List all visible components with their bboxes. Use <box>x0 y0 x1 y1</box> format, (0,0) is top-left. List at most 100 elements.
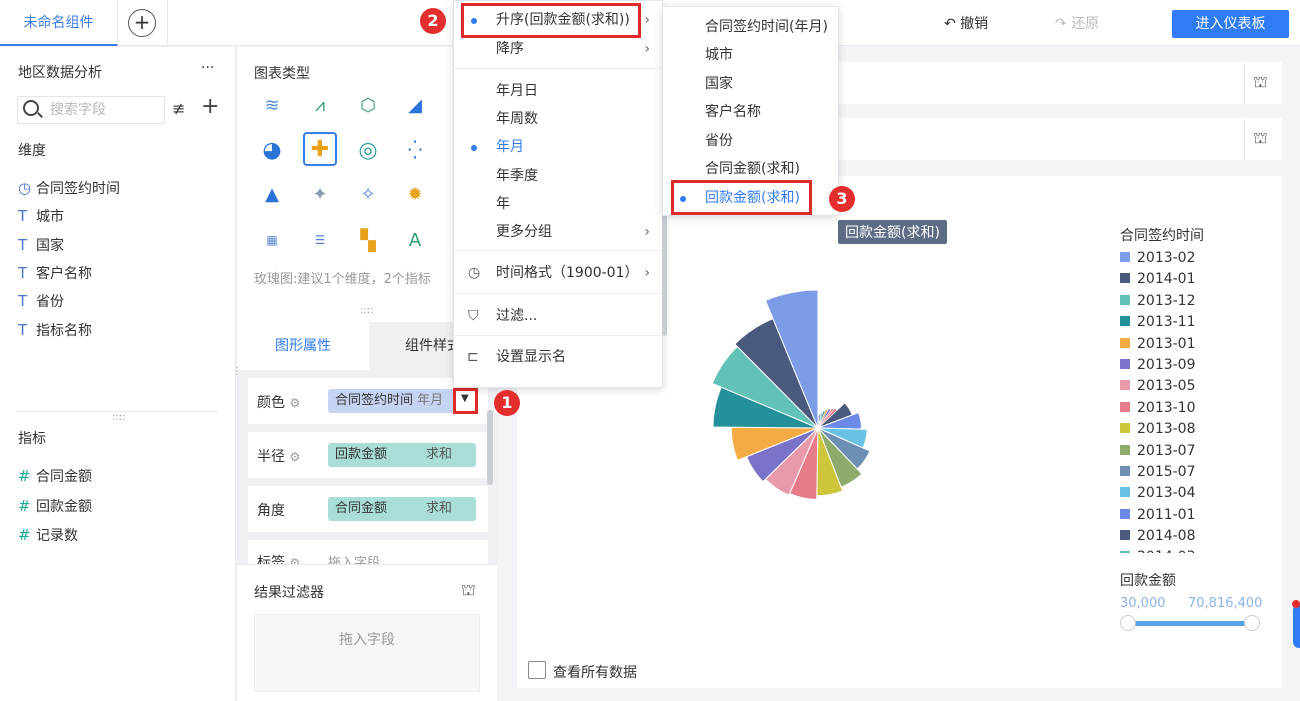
field-dropdown-button[interactable]: ▼ <box>453 388 478 414</box>
divider <box>454 335 662 336</box>
view-all-checkbox[interactable] <box>528 661 546 679</box>
caret-down-icon: ▼ <box>461 393 469 404</box>
add-tab-button[interactable]: + <box>128 9 156 37</box>
menu-item-descending[interactable]: 降序 › <box>454 35 662 63</box>
color-field-pill[interactable]: 合同签约时间 年月 <box>328 389 458 413</box>
result-filter-title: 结果过滤器 <box>254 585 324 601</box>
resize-handle-icon[interactable]: :::: <box>360 305 373 316</box>
legend-item[interactable]: 2013-11 <box>1120 314 1270 335</box>
submenu-item[interactable]: 合同金额(求和) <box>663 155 838 183</box>
redo-button[interactable]: ↷ 还原 <box>1055 13 1099 33</box>
legend-item[interactable]: 2014-08 <box>1120 528 1270 549</box>
menu-item-year-month-day[interactable]: 年月日 <box>454 77 662 105</box>
treemap-chart-icon[interactable]: ▚ <box>354 226 382 254</box>
tab-unnamed-component[interactable]: 未命名组件 <box>0 0 118 46</box>
legend-title: 合同签约时间 <box>1120 228 1204 244</box>
notification-dot <box>1292 600 1300 608</box>
add-field-button[interactable]: + <box>201 94 219 119</box>
filter-sort-icon[interactable]: ≢ <box>172 99 185 118</box>
menu-item-year-month[interactable]: 年月 <box>454 133 662 161</box>
table-chart-icon[interactable]: ▦ <box>258 226 286 254</box>
scatter-chart-icon[interactable]: ⁛ <box>401 136 429 164</box>
dimension-item[interactable]: T 客户名称 <box>18 263 92 283</box>
step-badge-3: 3 <box>829 186 855 212</box>
funnel-icon[interactable]: ⛫ <box>1253 128 1268 149</box>
line-chart-icon[interactable]: ⩘ <box>306 91 334 119</box>
chevron-right-icon: › <box>644 41 650 57</box>
angle-field-pill[interactable]: 合同金额 求和 <box>328 497 476 521</box>
heat-map-icon[interactable]: ✹ <box>401 180 429 208</box>
step-badge-1: 1 <box>494 390 520 416</box>
menu-item-more-grouping[interactable]: 更多分组 › <box>454 218 662 246</box>
measure-heading: 指标 <box>18 431 46 447</box>
word-cloud-icon[interactable]: A <box>401 226 429 254</box>
tab-shape-properties[interactable]: 图形属性 <box>237 322 369 370</box>
legend-item[interactable]: 2013-02 <box>1120 250 1270 271</box>
pie-chart-icon[interactable]: ◕ <box>258 136 286 164</box>
legend-item[interactable]: 2013-09 <box>1120 357 1270 378</box>
menu-item-year-week[interactable]: 年周数 <box>454 105 662 133</box>
resize-handle-icon[interactable]: :::: <box>112 412 125 423</box>
legend-item[interactable]: 2013-07 <box>1120 443 1270 464</box>
resize-handle-icon[interactable]: ⋮ <box>232 366 242 377</box>
submenu-item[interactable]: 省份 <box>663 127 838 155</box>
range-slider-max-handle[interactable] <box>1244 615 1260 631</box>
text-type-icon: T <box>18 321 28 339</box>
legend-item[interactable]: 2015-07 <box>1120 464 1270 485</box>
donut-chart-icon[interactable]: ◎ <box>354 136 382 164</box>
menu-item-year-quarter[interactable]: 年季度 <box>454 162 662 190</box>
kpi-card-icon[interactable]: ☰ <box>306 226 334 254</box>
legend-item[interactable]: 2011-01 <box>1120 507 1270 528</box>
funnel-icon[interactable]: ⛫ <box>1253 72 1268 93</box>
radius-field-pill[interactable]: 回款金额 求和 <box>328 443 476 467</box>
legend-item[interactable]: 2013-01 <box>1120 336 1270 357</box>
dimension-item[interactable]: T 国家 <box>18 235 64 255</box>
menu-item-time-format[interactable]: ◷ 时间格式（1900-01） › <box>454 259 662 287</box>
chevron-right-icon: › <box>644 265 650 281</box>
y-axis-drop-row[interactable] <box>838 118 1282 160</box>
submenu-item[interactable]: 城市 <box>663 41 838 69</box>
enter-dashboard-button[interactable]: 进入仪表板 <box>1172 10 1289 38</box>
area-chart-icon[interactable]: ◢ <box>401 91 429 119</box>
measure-item[interactable]: # 记录数 <box>18 525 78 545</box>
legend-item[interactable]: 2013-05 <box>1120 378 1270 399</box>
legend-item[interactable]: 2014-03 <box>1120 549 1270 553</box>
scrollbar[interactable] <box>487 410 493 485</box>
submenu-item[interactable]: 合同签约时间(年月) <box>663 13 838 41</box>
range-slider-min-handle[interactable] <box>1120 615 1136 631</box>
filter-drop-zone[interactable]: 拖入字段 <box>254 614 480 692</box>
menu-item-year[interactable]: 年 <box>454 190 662 218</box>
divider <box>1244 62 1245 104</box>
dimension-item[interactable]: T 城市 <box>18 206 64 226</box>
more-options-button[interactable]: ··· <box>201 60 214 76</box>
legend-item[interactable]: 2013-08 <box>1120 421 1270 442</box>
legend-item[interactable]: 2014-01 <box>1120 271 1270 292</box>
menu-item-display-name[interactable]: ⊏ 设置显示名 <box>454 343 662 371</box>
legend-swatch <box>1120 401 1130 412</box>
x-axis-drop-row[interactable] <box>838 62 1282 104</box>
radar-chart-icon[interactable]: ⬡ <box>354 91 382 119</box>
undo-button[interactable]: ↶ 撤销 <box>944 13 988 33</box>
dimension-item[interactable]: T 指标名称 <box>18 320 92 340</box>
dimension-item[interactable]: ◷ 合同签约时间 <box>18 178 120 198</box>
legend-item[interactable]: 2013-04 <box>1120 485 1270 506</box>
menu-item-filter[interactable]: ⛉ 过滤... <box>454 302 662 330</box>
point-map-icon[interactable]: ✦ <box>306 180 334 208</box>
measure-item[interactable]: # 回款金额 <box>18 496 92 516</box>
dimension-item[interactable]: T 省份 <box>18 291 64 311</box>
multi-line-chart-icon[interactable]: ≋ <box>258 91 286 119</box>
label-label: 标签 ⚙ <box>257 552 300 564</box>
measure-item[interactable]: # 合同金额 <box>18 466 92 486</box>
submenu-item[interactable]: 国家 <box>663 70 838 98</box>
submenu-item[interactable]: 客户名称 <box>663 98 838 126</box>
label-drop-zone[interactable]: 拖入字段 <box>328 552 380 564</box>
funnel-icon[interactable]: ⛫ <box>461 580 476 601</box>
legend-item[interactable]: 2013-10 <box>1120 400 1270 421</box>
region-map-icon[interactable]: ▲ <box>258 180 286 208</box>
flow-map-icon[interactable]: ✧ <box>354 180 382 208</box>
legend-swatch <box>1120 252 1130 262</box>
assistant-widget[interactable] <box>1293 604 1300 648</box>
search-input[interactable]: 搜索字段 <box>17 96 165 124</box>
legend-item[interactable]: 2013-12 <box>1120 293 1270 314</box>
rose-chart-icon[interactable]: ✚ <box>303 132 337 166</box>
